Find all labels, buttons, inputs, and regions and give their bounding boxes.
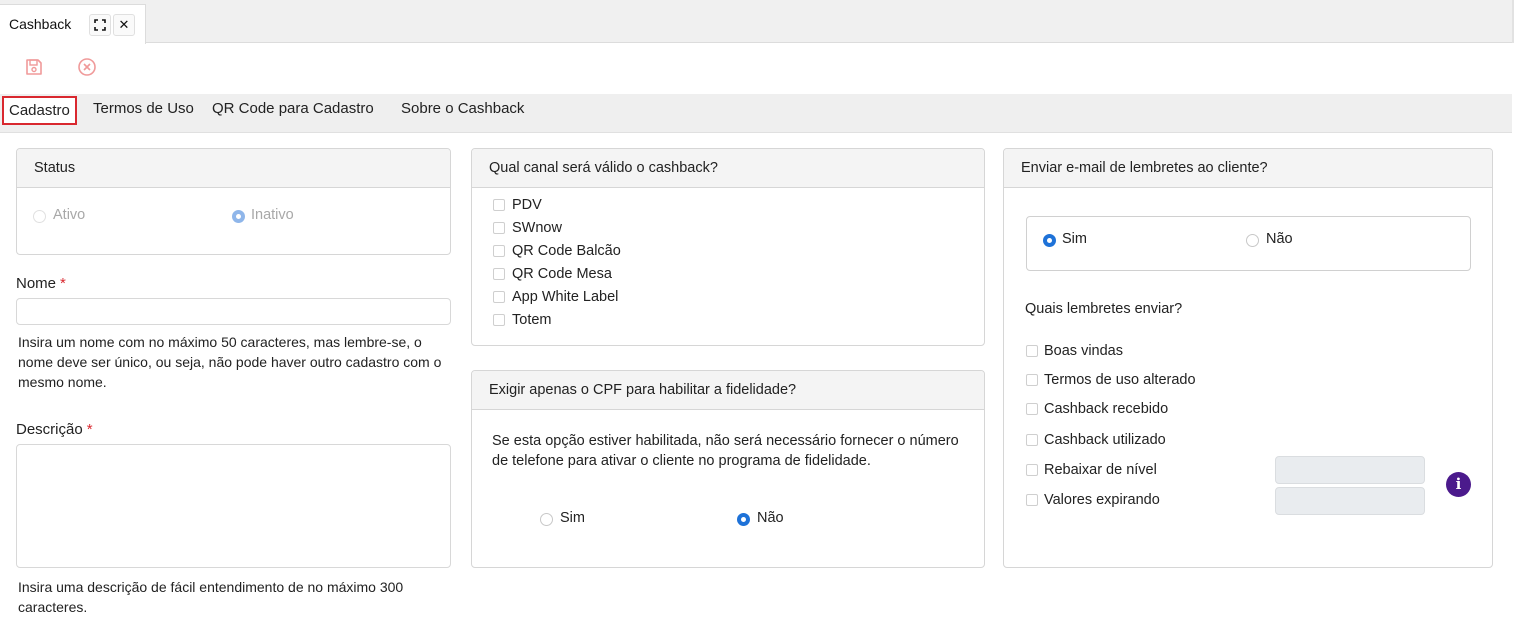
email-card: Enviar e-mail de lembretes ao cliente? S… — [1003, 148, 1493, 568]
reminder-boas-vindas-checkbox[interactable] — [1026, 345, 1038, 357]
close-icon[interactable]: ✕ — [113, 14, 135, 36]
canal-swnow-label: SWnow — [512, 220, 562, 236]
status-ativo-label: Ativo — [53, 207, 86, 223]
required-mark: * — [60, 275, 66, 292]
email-nao-label: Não — [1266, 231, 1293, 247]
reminder-valores-expirando-label: Valores expirando — [1044, 492, 1160, 508]
reminder-boas-vindas-label: Boas vindas — [1044, 343, 1123, 359]
cpf-sim-label: Sim — [560, 510, 585, 526]
canal-qr-mesa-checkbox[interactable] — [493, 268, 505, 280]
email-card-header: Enviar e-mail de lembretes ao cliente? — [1004, 149, 1492, 188]
info-icon[interactable]: i — [1446, 472, 1471, 497]
cpf-card-header: Exigir apenas o CPF para habilitar a fid… — [472, 371, 984, 410]
status-card: Status Ativo Inativo — [16, 148, 451, 255]
canal-qr-balcao-checkbox[interactable] — [493, 245, 505, 257]
nome-input[interactable] — [16, 298, 451, 325]
canal-qr-balcao-label: QR Code Balcão — [512, 243, 621, 259]
valores-expirando-input — [1275, 487, 1425, 515]
reminders-title: Quais lembretes enviar? — [1025, 301, 1183, 317]
status-ativo-radio[interactable] — [33, 210, 46, 223]
status-card-header: Status — [17, 149, 450, 188]
tab-sobre-cashback[interactable]: Sobre o Cashback — [401, 94, 524, 124]
email-sim-label: Sim — [1062, 231, 1087, 247]
canal-totem-checkbox[interactable] — [493, 314, 505, 326]
required-mark: * — [86, 421, 93, 438]
reminder-termos-label: Termos de uso alterado — [1044, 372, 1196, 388]
canal-card: Qual canal será válido o cashback? PDV S… — [471, 148, 985, 346]
reminder-cashback-recebido-label: Cashback recebido — [1044, 401, 1169, 417]
cpf-card: Exigir apenas o CPF para habilitar a fid… — [471, 370, 985, 568]
canal-app-white-label-label: App White Label — [512, 289, 619, 305]
canal-qr-mesa-label: QR Code Mesa — [512, 266, 612, 282]
tab-qr-code-cadastro[interactable]: QR Code para Cadastro — [212, 94, 374, 124]
cpf-nao-radio[interactable] — [737, 513, 750, 526]
tab-termos-de-uso[interactable]: Termos de Uso — [93, 94, 194, 124]
canal-pdv-checkbox[interactable] — [493, 199, 505, 211]
cancel-circle-icon[interactable] — [77, 57, 97, 77]
descricao-label: Descrição * — [16, 421, 93, 438]
status-inativo-radio[interactable] — [232, 210, 245, 223]
reminder-cashback-utilizado-checkbox[interactable] — [1026, 434, 1038, 446]
rebaixar-nivel-input — [1275, 456, 1425, 484]
status-inativo-label: Inativo — [251, 207, 294, 223]
canal-totem-label: Totem — [512, 312, 552, 328]
cpf-nao-label: Não — [757, 510, 784, 526]
canal-pdv-label: PDV — [512, 197, 542, 213]
descricao-help-text: Insira uma descrição de fácil entendimen… — [18, 579, 404, 615]
nome-help-text: Insira um nome com no máximo 50 caracter… — [18, 334, 442, 390]
cpf-description: Se esta opção estiver habilitada, não se… — [492, 433, 959, 469]
cpf-sim-radio[interactable] — [540, 513, 553, 526]
reminder-rebaixar-label: Rebaixar de nível — [1044, 462, 1157, 478]
email-nao-radio[interactable] — [1246, 234, 1259, 247]
expand-icon[interactable] — [89, 14, 111, 36]
form-tab-bar: Cadastro Termos de Uso QR Code para Cada… — [0, 94, 1512, 133]
email-option-box: Sim Não — [1026, 216, 1471, 271]
reminder-termos-checkbox[interactable] — [1026, 374, 1038, 386]
tab-cadastro[interactable]: Cadastro — [2, 96, 77, 125]
reminder-cashback-recebido-checkbox[interactable] — [1026, 403, 1038, 415]
reminder-valores-expirando-checkbox[interactable] — [1026, 494, 1038, 506]
nome-label: Nome * — [16, 275, 66, 292]
canal-app-white-label-checkbox[interactable] — [493, 291, 505, 303]
reminder-cashback-utilizado-label: Cashback utilizado — [1044, 432, 1166, 448]
canal-swnow-checkbox[interactable] — [493, 222, 505, 234]
reminder-rebaixar-checkbox[interactable] — [1026, 464, 1038, 476]
document-tab-title: Cashback — [9, 16, 72, 32]
canal-card-header: Qual canal será válido o cashback? — [472, 149, 984, 188]
descricao-textarea[interactable] — [16, 444, 451, 568]
save-icon[interactable] — [24, 57, 44, 77]
document-tab-bar: Cashback ✕ — [0, 0, 1514, 44]
expand-icon-glyph — [94, 19, 106, 31]
email-sim-radio[interactable] — [1043, 234, 1056, 247]
document-tab-cashback[interactable]: Cashback ✕ — [0, 4, 146, 44]
